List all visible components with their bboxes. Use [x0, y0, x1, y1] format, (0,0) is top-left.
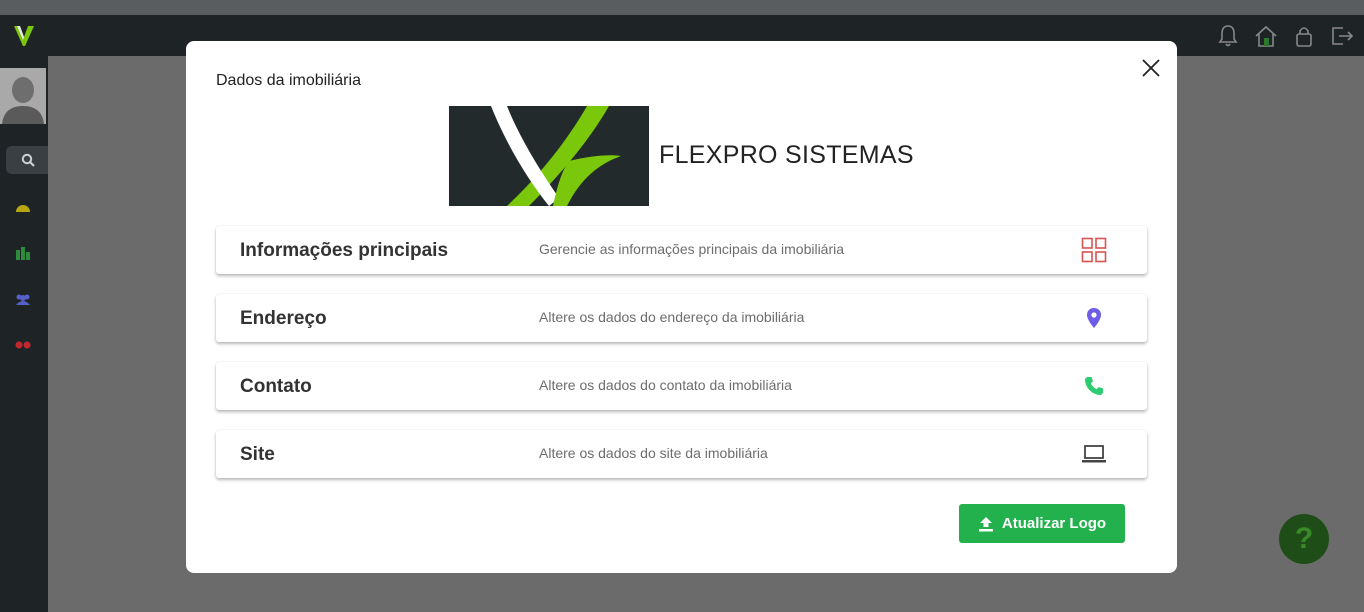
home-icon[interactable]	[1252, 22, 1280, 50]
help-button[interactable]: ?	[1279, 514, 1329, 564]
brand-logo-icon[interactable]	[12, 23, 36, 49]
company-logo	[449, 106, 649, 206]
close-icon	[1142, 59, 1160, 77]
sidebar-item-buildings[interactable]	[10, 242, 36, 264]
bell-icon[interactable]	[1214, 22, 1242, 50]
card-description: Gerencie as informações principais da im…	[539, 241, 845, 257]
update-logo-button[interactable]: Atualizar Logo	[959, 504, 1125, 543]
card-contact[interactable]: Contato Altere os dados do contato da im…	[216, 362, 1147, 410]
top-strip	[0, 0, 1364, 15]
grid-icon	[1081, 237, 1107, 263]
search-icon	[21, 153, 35, 167]
map-pin-icon	[1081, 305, 1107, 331]
sidebar	[0, 56, 50, 612]
phone-icon	[1081, 373, 1107, 399]
sidebar-search-button[interactable]	[6, 146, 50, 174]
sidebar-item-settings[interactable]	[10, 334, 36, 356]
users-icon	[16, 294, 30, 305]
close-button[interactable]	[1139, 56, 1163, 80]
card-title: Contato	[240, 376, 312, 397]
card-title: Informações principais	[240, 240, 449, 261]
update-logo-label: Atualizar Logo	[1001, 515, 1107, 532]
card-description: Altere os dados do site da imobiliária	[539, 445, 768, 461]
card-title: Site	[240, 444, 275, 465]
gears-icon	[15, 341, 31, 349]
sidebar-item-users[interactable]	[10, 288, 36, 310]
card-main-info[interactable]: Informações principais Gerencie as infor…	[216, 226, 1147, 274]
dashboard-icon	[16, 205, 30, 212]
card-site[interactable]: Site Altere os dados do site da imobiliá…	[216, 430, 1147, 478]
upload-icon	[978, 516, 993, 531]
card-description: Altere os dados do endereço da imobiliár…	[539, 309, 805, 325]
logout-icon[interactable]	[1328, 22, 1356, 50]
card-address[interactable]: Endereço Altere os dados do endereço da …	[216, 294, 1147, 342]
card-description: Altere os dados do contato da imobiliári…	[539, 377, 792, 393]
laptop-icon	[1081, 441, 1107, 467]
lock-icon[interactable]	[1290, 22, 1318, 50]
modal-title: Dados da imobiliária	[216, 72, 361, 89]
avatar[interactable]	[0, 68, 46, 124]
sidebar-item-dashboard[interactable]	[10, 196, 36, 218]
building-icon	[16, 247, 30, 260]
company-data-modal: Dados da imobiliária FLEXPRO SISTEMAS In…	[186, 41, 1177, 573]
company-name: FLEXPRO SISTEMAS	[659, 141, 914, 169]
card-title: Endereço	[240, 308, 327, 329]
